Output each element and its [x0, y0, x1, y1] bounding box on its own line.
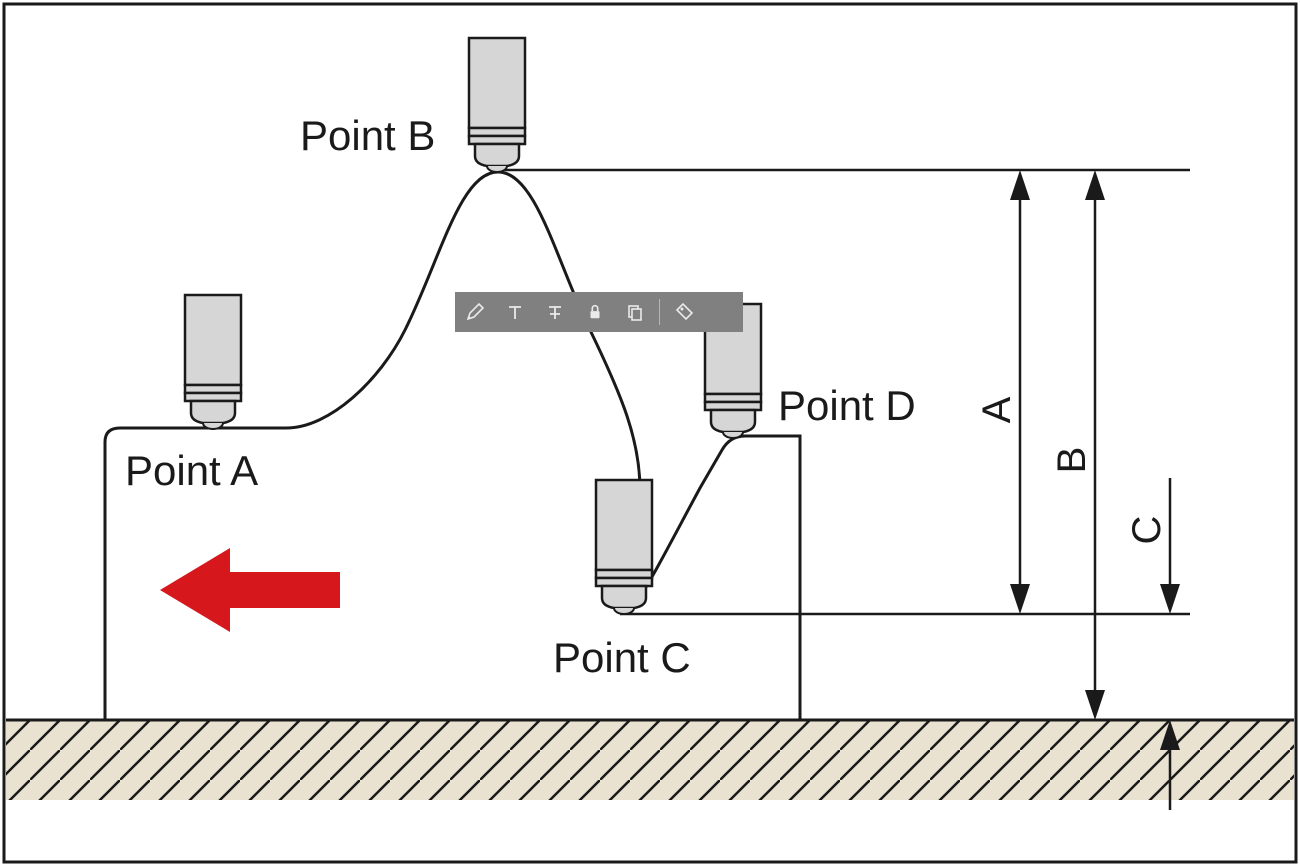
- pencil-icon[interactable]: [455, 292, 495, 332]
- dimension-b: B: [1050, 170, 1105, 720]
- dimension-a: A: [975, 170, 1030, 614]
- ground-hatch: [6, 720, 1294, 800]
- workpiece-contour: [105, 172, 800, 720]
- dim-a-label: A: [975, 396, 1019, 423]
- copy-icon[interactable]: [615, 292, 655, 332]
- movement-arrow: [160, 548, 340, 632]
- tag-icon[interactable]: [664, 292, 704, 332]
- label-point-b: Point B: [300, 112, 435, 159]
- label-point-d: Point D: [778, 382, 916, 429]
- diagram-svg: A B C: [0, 0, 1300, 866]
- text-strike-icon[interactable]: [535, 292, 575, 332]
- dim-b-label: B: [1050, 447, 1094, 474]
- text-icon[interactable]: [495, 292, 535, 332]
- tool-a: [185, 295, 241, 429]
- tool-c: [596, 480, 652, 614]
- label-point-a: Point A: [125, 447, 258, 494]
- lock-icon[interactable]: [575, 292, 615, 332]
- tool-b: [469, 38, 525, 172]
- toolbar-separator: [659, 299, 660, 325]
- dim-c-label: C: [1125, 516, 1169, 545]
- floating-toolbar[interactable]: [455, 292, 743, 332]
- label-point-c: Point C: [553, 634, 691, 681]
